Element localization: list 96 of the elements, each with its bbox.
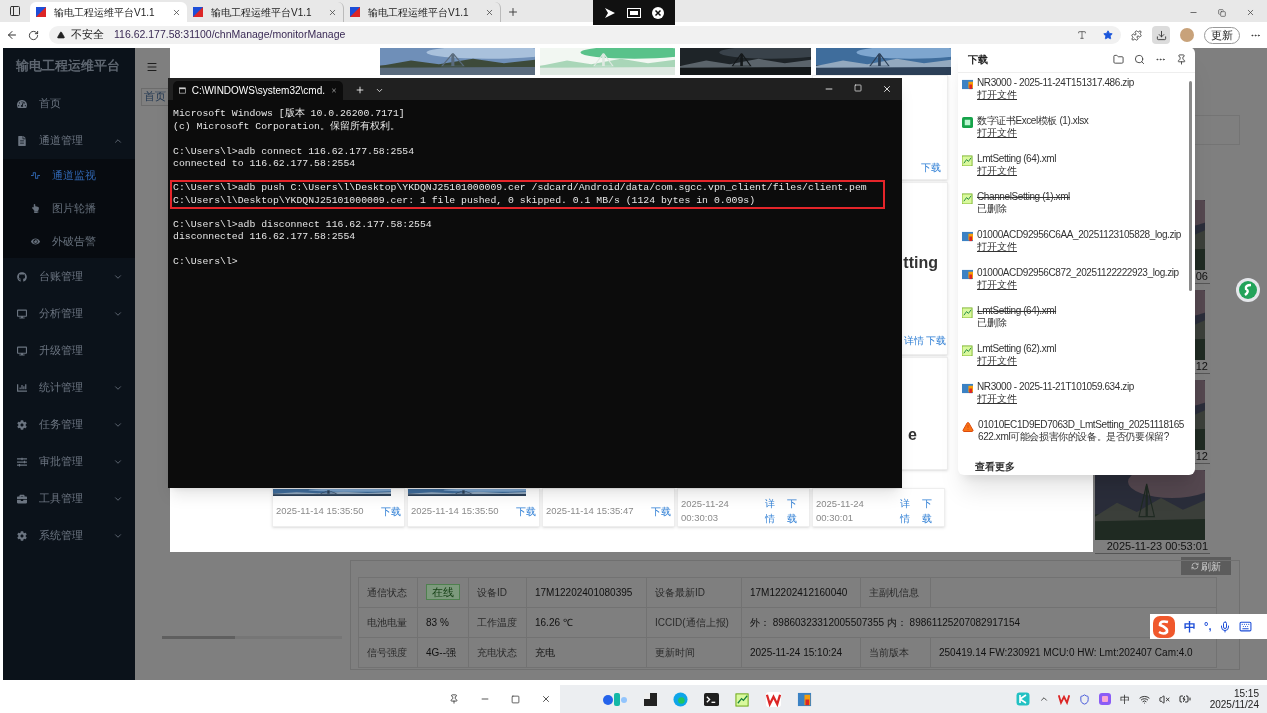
sidebar-item[interactable]: 审批管理 — [3, 443, 135, 480]
terminal-line: (c) Microsoft Corporation。保留所有权利。 — [173, 120, 401, 133]
file-name: LmtSetting (64).xml — [977, 153, 1058, 165]
card-title: e — [908, 426, 917, 444]
photo-caption: 2025-11-23 00:53:01 — [1095, 540, 1210, 554]
app-title: 输电工程运维平台 — [15, 58, 121, 76]
tab-title: C:\WINDOWS\system32\cmd. — [191, 84, 325, 98]
photo-time: 2025-11-24 00:30:03 — [681, 496, 730, 525]
table-cell: 4G--强 — [417, 637, 469, 668]
field-label: 设备最新ID — [646, 577, 742, 608]
file-name: LmtSetting (64).xml — [977, 305, 1058, 317]
file-name: ChannelSetting (1).xml — [977, 191, 1071, 203]
sidebar-item[interactable]: 系统管理 — [3, 517, 135, 554]
photo-time: 2025-11-14 15:35:50 — [276, 503, 364, 518]
table-cell: 83 % — [417, 607, 469, 638]
download-item[interactable]: LmtSetting (64).xml 打开文件 — [958, 153, 1189, 191]
table-cell: 2025-11-24 15:10:24 — [741, 637, 861, 668]
download-item[interactable]: ChannelSetting (1).xml 已删除 — [958, 191, 1189, 229]
terminal-line: C:\Users\l> — [173, 256, 239, 269]
action-link[interactable]: 下载 — [786, 496, 806, 526]
field-label: 设备ID — [468, 577, 527, 608]
sidebar-item[interactable]: 首页 — [3, 85, 135, 122]
terminal-line: connected to 116.62.177.58:2554 — [173, 158, 357, 171]
sidebar-item[interactable]: 通道管理 — [3, 122, 135, 159]
sidebar-item[interactable]: 任务管理 — [3, 406, 135, 443]
table-cell: 充电 — [526, 637, 647, 668]
file-name: 01000ACD92956C6AA_20251123105828_log.zip — [977, 229, 1182, 241]
status-text: 已删除 — [977, 317, 1007, 329]
action-link[interactable]: 下载 — [516, 503, 536, 519]
sidebar-item[interactable]: 工具管理 — [3, 480, 135, 517]
sidebar-item[interactable]: 分析管理 — [3, 295, 135, 332]
status-text: 已删除 — [977, 203, 1007, 215]
action-link[interactable]: 下载 — [381, 503, 401, 519]
field-label: 信号强度 — [358, 637, 418, 668]
terminal-line: C:\Users\l>adb connect 116.62.177.58:2554 — [173, 145, 416, 158]
table-cell: 16.26 ℃ — [526, 607, 647, 638]
url-text: 116.62.177.58:31100/chnManage/monitorManage — [114, 27, 347, 43]
input-mode[interactable]: 中 — [1184, 617, 1196, 636]
panel-title: 下载 — [968, 53, 989, 67]
terminal-line: C:\Users\l\Desktop\YKDQNJ25101000009.cer: 1 file pushed, 0 skipped. 0.1 MB/s (1124 bytes in 0.009s) — [173, 194, 757, 207]
photo-time: 2025-11-14 15:35:47 — [546, 503, 634, 518]
refresh-button[interactable]: 刷新 — [1181, 557, 1231, 575]
terminal-tab[interactable]: C:\WINDOWS\system32\cmd. — [173, 81, 343, 100]
field-label: 工作温度 — [468, 607, 527, 638]
action-link[interactable]: 下载 — [926, 333, 946, 348]
sidebar-item[interactable]: 台账管理 — [3, 258, 135, 295]
file-name: NR3000 - 2025-11-21T101059.634.zip — [977, 381, 1135, 393]
open-file-link[interactable]: 打开文件 — [977, 127, 1017, 139]
action-link[interactable]: 下载 — [651, 503, 671, 519]
terminal-line: C:\Users\l>adb push C:\Users\l\Desktop\YKDQNJ25101000009.cer /sdcard/Android/data/com.sgcc.vpn_client/files/client.pem — [173, 182, 868, 195]
download-link[interactable]: 下载 — [921, 160, 941, 175]
photo-time: 2025-11-24 00:30:01 — [816, 496, 865, 525]
open-file-link[interactable]: 打开文件 — [977, 165, 1017, 177]
open-file-link[interactable]: 打开文件 — [977, 355, 1017, 367]
download-item[interactable]: LmtSetting (64).xml 已删除 — [958, 305, 1189, 343]
field-label: 通信状态 — [358, 577, 418, 608]
action-link[interactable]: 详情 — [765, 496, 785, 526]
download-item[interactable]: NR3000 - 2025-11-24T151317.486.zip 打开文件 — [958, 77, 1189, 115]
file-name: 01010EC1D9ED7063D_LmtSetting_20251118165622.xml可能会损害你的设备。是否仍要保留? — [978, 419, 1186, 443]
sidebar-item[interactable]: 升级管理 — [3, 332, 135, 369]
field-label: 充电状态 — [468, 637, 527, 668]
browser-tab[interactable]: 输电工程运维平台V1.1 — [30, 2, 187, 22]
download-item[interactable]: 数字证书Excel模板 (1).xlsx 打开文件 — [958, 115, 1189, 153]
clock-date[interactable]: 2025/11/24 — [1209, 699, 1259, 710]
submenu-item[interactable]: 图片轮播 — [3, 192, 135, 225]
terminal-line: disconnected 116.62.177.58:2554 — [173, 231, 357, 244]
file-name: LmtSetting (62).xml — [977, 343, 1058, 355]
photo-time: 2025-11-14 15:35:50 — [411, 503, 499, 518]
field-label: 电池电量 — [358, 607, 418, 638]
download-item[interactable]: NR3000 - 2025-11-21T101059.634.zip 打开文件 — [958, 381, 1189, 419]
terminal-line: Microsoft Windows [版本 10.0.26200.7171] — [173, 108, 406, 121]
address-field[interactable]: 不安全 116.62.177.58:31100/chnManage/monitorManage — [49, 26, 1121, 44]
input-language[interactable]: 中 — [1119, 691, 1130, 707]
action-link[interactable]: 详情 — [904, 333, 924, 348]
open-file-link[interactable]: 打开文件 — [977, 279, 1017, 291]
punctuation-mode[interactable]: °, — [1204, 618, 1212, 635]
download-item[interactable]: 01000ACD92956C6AA_20251123105828_log.zip 打开文件 — [958, 229, 1189, 267]
sidebar-item[interactable]: 统计管理 — [3, 369, 135, 406]
card-title: tting — [903, 254, 938, 272]
clock-time[interactable]: 15:15 — [1233, 688, 1259, 699]
table-cell: 17M12202401080395 — [526, 577, 647, 608]
see-more-link[interactable]: 查看更多 — [958, 459, 1015, 474]
file-name: 数字证书Excel模板 (1).xlsx — [977, 115, 1090, 127]
field-label: 更新时间 — [646, 637, 742, 668]
table-cell: 17M12202412160040 — [741, 577, 861, 608]
action-link[interactable]: 详情 — [900, 496, 920, 526]
field-label: 当前版本 — [860, 637, 931, 668]
field-label: 主副机信息 — [860, 577, 931, 608]
security-label: 不安全 — [71, 27, 104, 43]
terminal-line: C:\Users\l>adb disconnect 116.62.177.58:2554 — [173, 218, 433, 231]
open-file-link[interactable]: 打开文件 — [977, 393, 1017, 405]
submenu-item[interactable]: 外破告警 — [3, 225, 135, 258]
action-link[interactable]: 下载 — [921, 496, 941, 526]
file-name: NR3000 - 2025-11-24T151317.486.zip — [977, 77, 1135, 89]
open-file-link[interactable]: 打开文件 — [977, 241, 1017, 253]
open-file-link[interactable]: 打开文件 — [977, 89, 1017, 101]
